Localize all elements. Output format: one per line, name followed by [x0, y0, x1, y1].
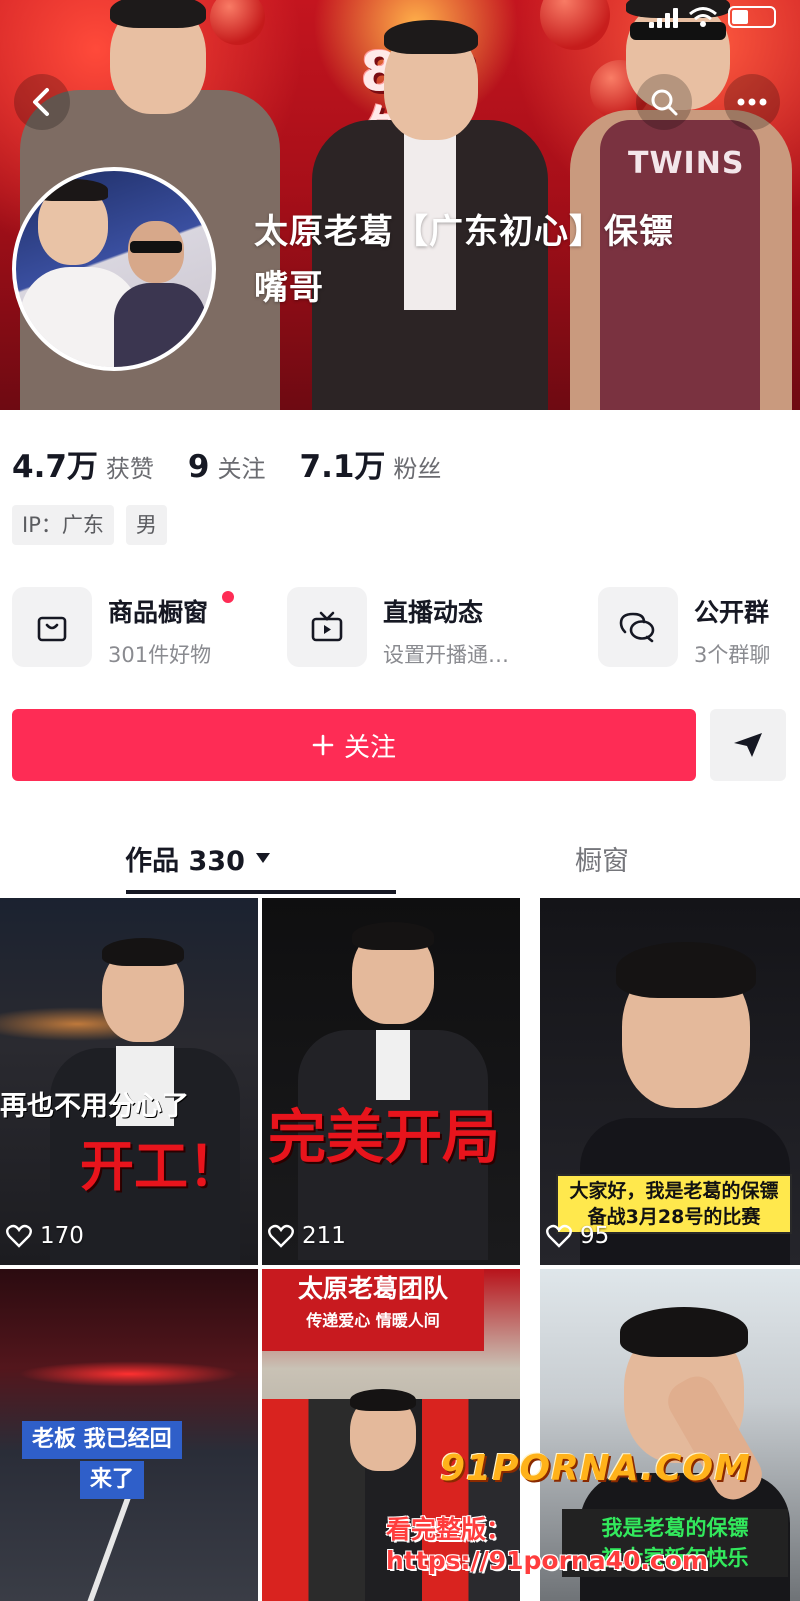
profile-name-line-1: 太原老葛【广东初心】保镖	[254, 212, 674, 252]
video-banner: 太原老葛团队 传递爱心 情暖人间	[262, 1269, 484, 1351]
chat-bubbles-icon	[619, 612, 655, 643]
feature-product-window[interactable]: 商品橱窗 301件好物	[12, 587, 234, 669]
feature-public-group[interactable]: 公开群 3个群聊	[598, 587, 770, 669]
video-tile[interactable]: 老板 我已经回 来了	[0, 1269, 258, 1601]
stat-followers-value: 7.1万	[299, 449, 386, 485]
signal-icon	[649, 6, 678, 28]
wifi-icon	[689, 7, 717, 27]
feature-icon-box	[287, 587, 367, 667]
video-likes: 95	[546, 1223, 609, 1249]
stat-following-value: 9	[187, 449, 210, 485]
tab-active-underline	[126, 890, 396, 894]
battery-icon	[728, 6, 776, 28]
video-likes: 170	[6, 1223, 84, 1249]
chevron-left-icon	[33, 88, 49, 116]
more-button[interactable]	[724, 74, 780, 130]
stat-followers[interactable]: 7.1万 粉丝	[300, 441, 442, 486]
follow-button-label: 关注	[343, 732, 396, 763]
ip-location-tag: IP：广东	[12, 505, 114, 545]
video-tile[interactable]: 完美开局 211	[262, 898, 520, 1265]
profile-name-line-2: 嘴哥	[254, 268, 324, 308]
share-button[interactable]	[710, 709, 786, 781]
tab-works-label: 作品 330	[125, 845, 245, 877]
video-tile[interactable]: 大家好，我是老葛的保镖 备战3月28号的比赛 95	[540, 898, 800, 1265]
tab-shop-label: 橱窗	[575, 845, 629, 877]
search-button[interactable]	[636, 74, 692, 130]
search-icon	[651, 89, 678, 116]
more-dots-icon	[737, 98, 767, 106]
stat-likes-value: 4.7万	[12, 449, 98, 485]
video-tile[interactable]: 再也不用分心了 开工！ 170	[0, 898, 258, 1265]
tab-works[interactable]: 作品 330	[0, 820, 396, 896]
profile-tabs: 作品 330 橱窗	[0, 820, 800, 896]
status-bar	[649, 6, 776, 28]
send-icon	[734, 733, 762, 757]
video-caption-box: 老板 我已经回	[22, 1421, 182, 1459]
tv-icon	[311, 611, 343, 642]
avatar[interactable]	[12, 167, 216, 371]
profile-tags: IP：广东 男	[12, 505, 167, 545]
heart-icon	[6, 1224, 32, 1248]
plus-icon	[312, 734, 334, 756]
feature-live-updates[interactable]: 直播动态 设置开播通…	[287, 587, 509, 669]
feature-subtitle: 设置开播通…	[383, 643, 509, 667]
feature-title: 公开群	[694, 598, 770, 627]
feature-subtitle: 301件好物	[108, 643, 212, 667]
video-caption: 再也不用分心了	[0, 1091, 189, 1122]
watermark-url: 看完整版：https://91porna40.com	[386, 1515, 708, 1575]
heart-icon	[268, 1224, 294, 1248]
tab-shop-window[interactable]: 橱窗	[404, 820, 800, 896]
profile-header-banner: 808 生日 TWINS	[0, 0, 800, 410]
video-caption-big: 完美开局	[268, 1103, 501, 1171]
feature-subtitle: 3个群聊	[694, 643, 771, 667]
profile-stats: 4.7万 获赞 9 关注 7.1万 粉丝	[12, 441, 475, 486]
stat-following-label: 关注	[217, 455, 266, 483]
follow-button[interactable]: 关注	[12, 709, 696, 781]
video-caption-box: 来了	[80, 1461, 145, 1499]
bag-icon	[37, 616, 67, 642]
stat-likes-label: 获赞	[105, 455, 154, 483]
video-caption-big: 开工！	[80, 1135, 242, 1198]
gender-tag: 男	[125, 505, 167, 545]
notification-dot	[222, 591, 234, 603]
feature-title: 商品橱窗	[108, 598, 209, 627]
profile-name: 太原老葛【广东初心】保镖 嘴哥	[254, 204, 774, 316]
stat-likes[interactable]: 4.7万 获赞	[12, 441, 154, 486]
video-likes: 211	[268, 1223, 346, 1249]
watermark-logo: 91PORNA.COM	[440, 1448, 751, 1489]
caret-down-icon	[255, 853, 270, 863]
stat-following[interactable]: 9 关注	[188, 449, 266, 485]
back-button[interactable]	[14, 74, 70, 130]
feature-title: 直播动态	[383, 598, 484, 627]
heart-icon	[546, 1224, 572, 1248]
shirt-text: TWINS	[628, 146, 745, 181]
stat-followers-label: 粉丝	[393, 455, 442, 483]
feature-icon-box	[12, 587, 92, 667]
feature-icon-box	[598, 587, 678, 667]
